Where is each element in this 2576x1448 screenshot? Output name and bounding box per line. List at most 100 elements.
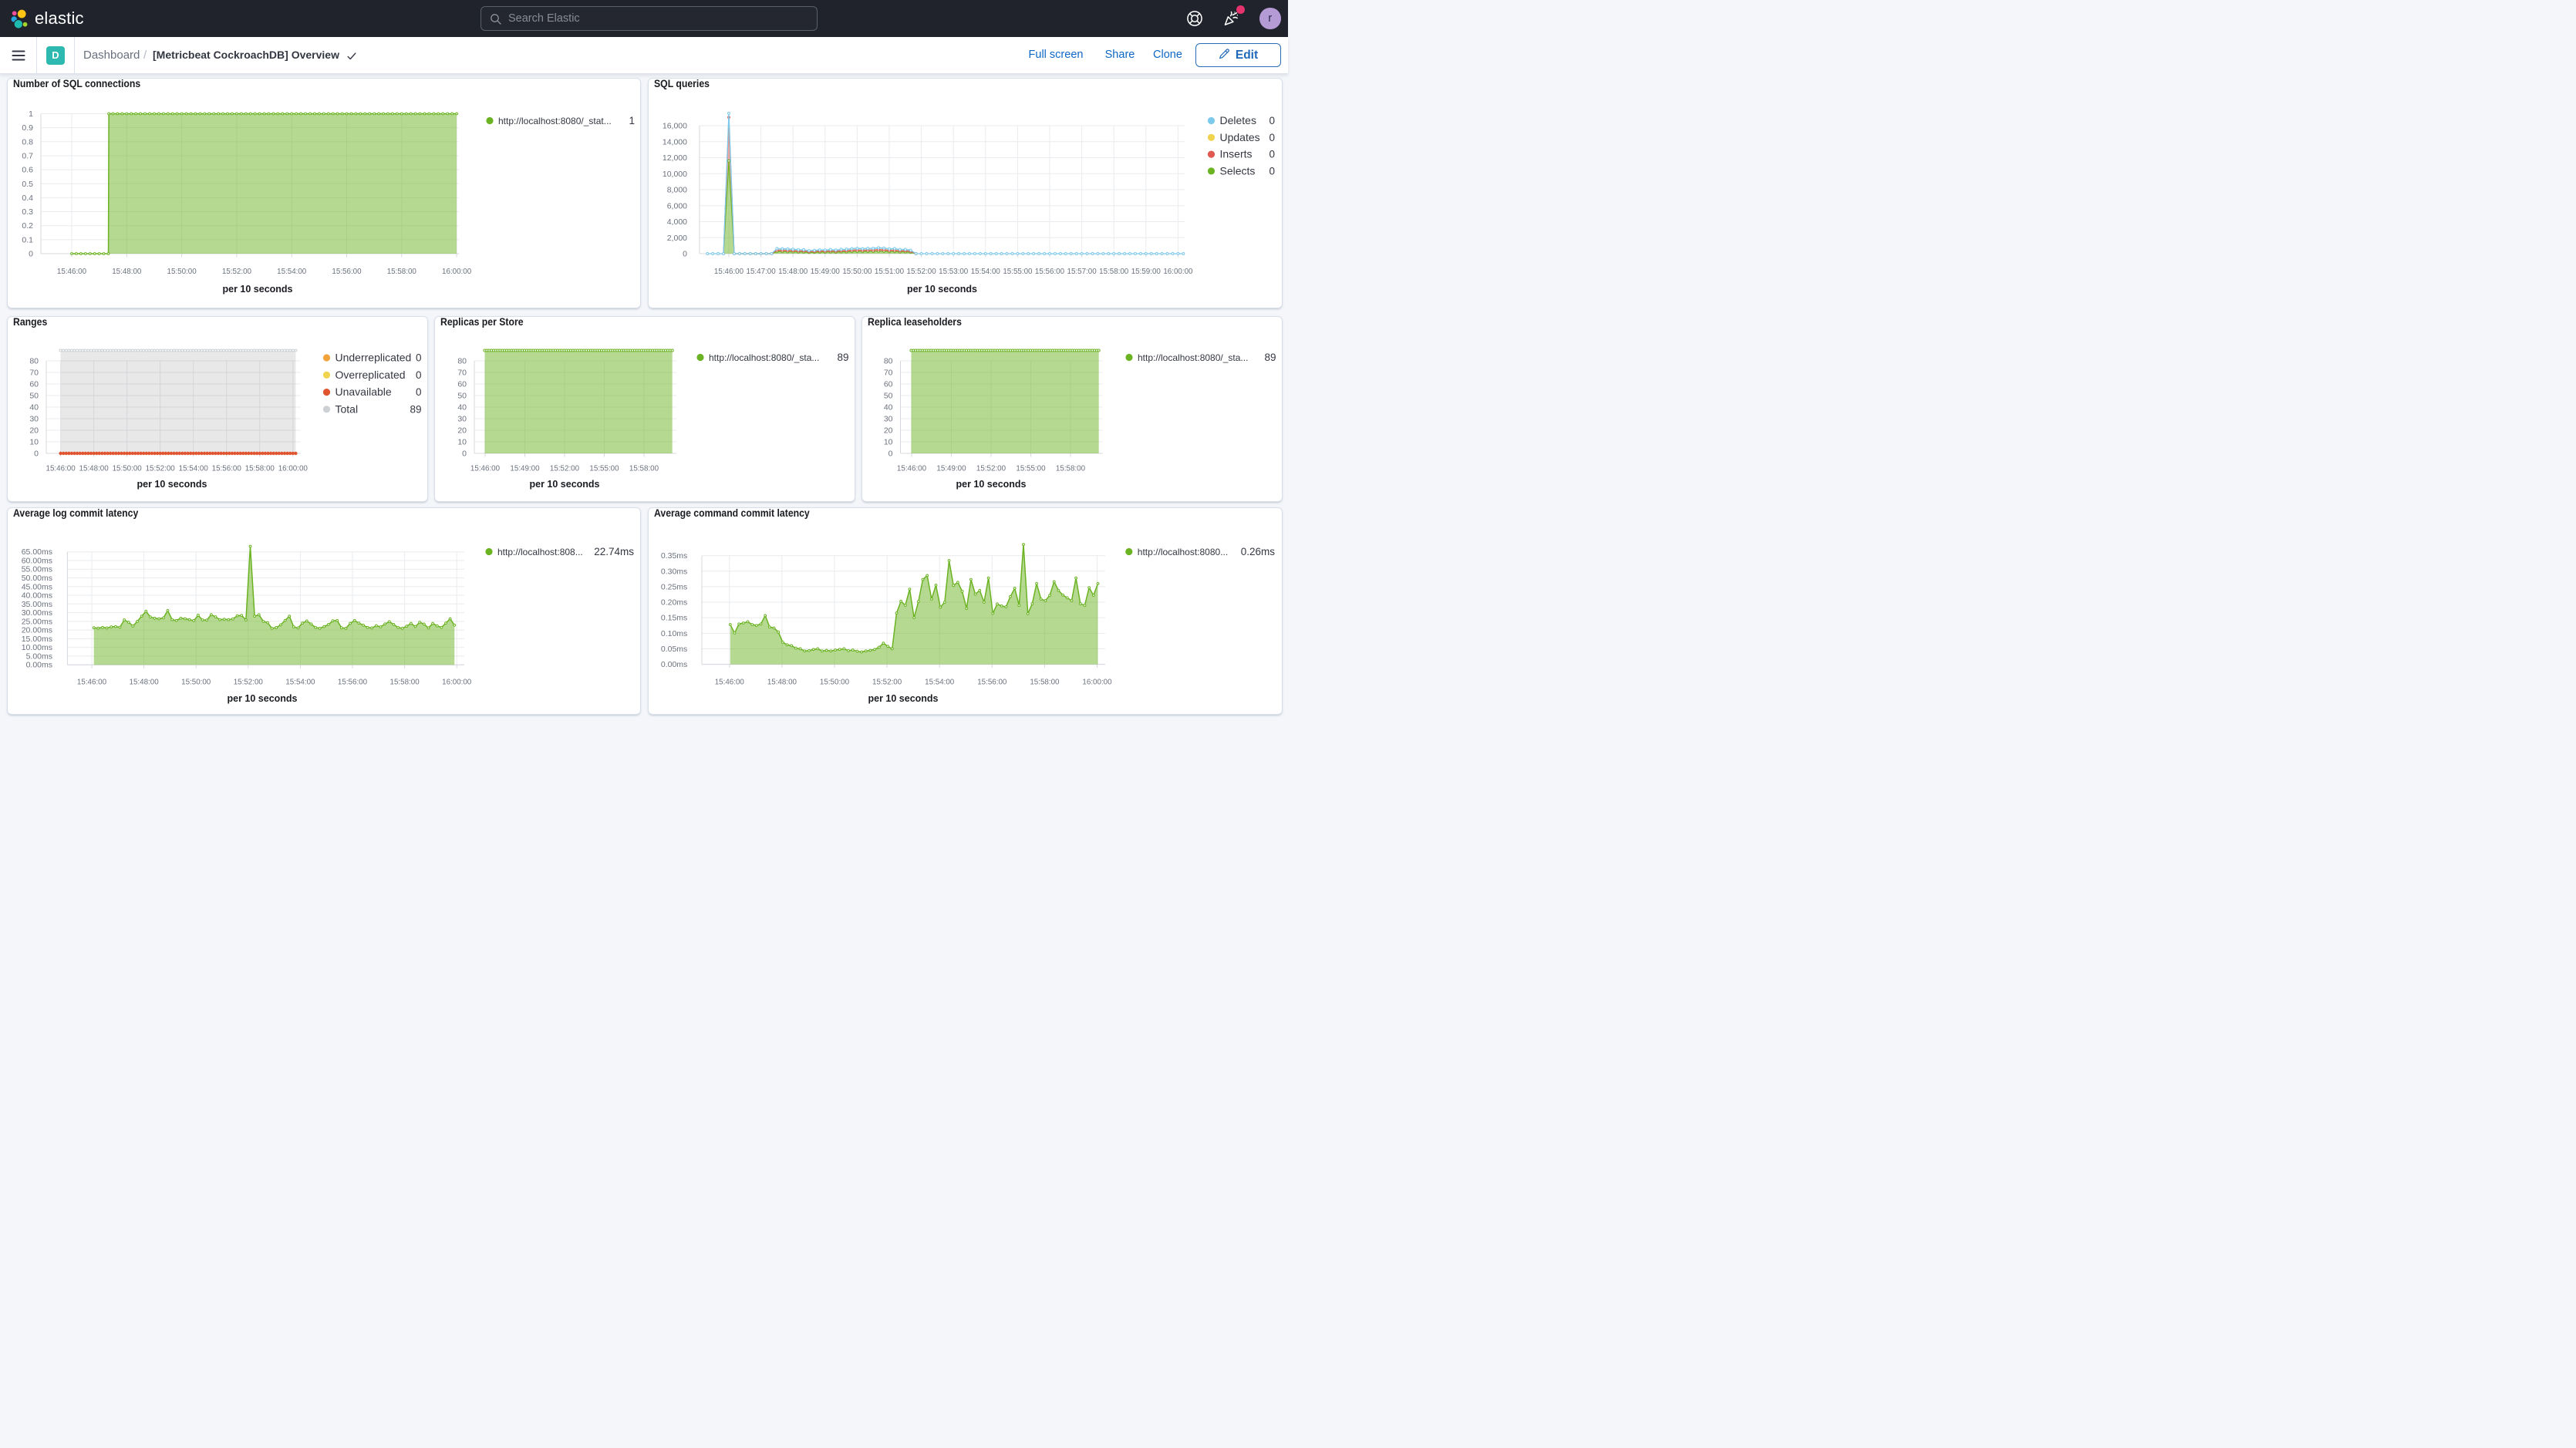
- svg-text:per 10 seconds: per 10 seconds: [222, 284, 292, 295]
- svg-text:10: 10: [457, 438, 467, 447]
- svg-text:Selects: Selects: [1220, 164, 1256, 177]
- svg-text:0.7: 0.7: [22, 151, 33, 160]
- svg-text:15:50:00: 15:50:00: [181, 679, 211, 687]
- svg-text:15:54:00: 15:54:00: [971, 268, 1001, 276]
- svg-text:65.00ms: 65.00ms: [22, 547, 52, 557]
- svg-text:40: 40: [884, 403, 893, 413]
- svg-text:Updates: Updates: [1220, 131, 1260, 143]
- svg-text:89: 89: [1264, 352, 1276, 363]
- svg-text:Deletes: Deletes: [1220, 114, 1256, 126]
- svg-text:10,000: 10,000: [663, 170, 687, 179]
- svg-text:15:50:00: 15:50:00: [842, 268, 872, 276]
- svg-text:0: 0: [1269, 149, 1275, 160]
- svg-text:12,000: 12,000: [663, 153, 687, 163]
- svg-text:89: 89: [837, 352, 848, 363]
- svg-text:0: 0: [29, 250, 33, 259]
- svg-text:Overreplicated: Overreplicated: [335, 369, 406, 381]
- svg-text:http://localhost:8080/_sta...: http://localhost:8080/_sta...: [709, 352, 819, 363]
- svg-text:Underreplicated: Underreplicated: [335, 352, 412, 364]
- svg-text:50: 50: [29, 392, 39, 401]
- svg-text:16:00:00: 16:00:00: [1082, 679, 1112, 687]
- svg-text:Unavailable: Unavailable: [335, 386, 392, 398]
- svg-text:16:00:00: 16:00:00: [442, 679, 472, 687]
- svg-text:15:46:00: 15:46:00: [715, 679, 745, 687]
- svg-text:15:49:00: 15:49:00: [811, 268, 841, 276]
- svg-text:0.00ms: 0.00ms: [26, 661, 52, 670]
- svg-text:15:56:00: 15:56:00: [1035, 268, 1065, 276]
- svg-text:15:52:00: 15:52:00: [976, 465, 1006, 473]
- svg-text:20: 20: [884, 426, 893, 436]
- svg-text:10: 10: [884, 438, 893, 447]
- svg-text:0.35ms: 0.35ms: [661, 551, 687, 561]
- svg-text:15:52:00: 15:52:00: [550, 465, 580, 473]
- svg-text:per 10 seconds: per 10 seconds: [529, 479, 599, 490]
- svg-text:0.00ms: 0.00ms: [661, 660, 687, 669]
- svg-text:5.00ms: 5.00ms: [26, 652, 52, 661]
- svg-text:20.00ms: 20.00ms: [22, 626, 52, 635]
- svg-text:0.26ms: 0.26ms: [1241, 546, 1276, 557]
- svg-text:45.00ms: 45.00ms: [22, 582, 52, 591]
- svg-text:per 10 seconds: per 10 seconds: [868, 693, 938, 704]
- svg-text:15:56:00: 15:56:00: [977, 679, 1007, 687]
- svg-text:16:00:00: 16:00:00: [1163, 268, 1193, 276]
- svg-text:0.2: 0.2: [22, 221, 33, 231]
- svg-text:per 10 seconds: per 10 seconds: [907, 284, 977, 295]
- svg-text:50.00ms: 50.00ms: [22, 574, 52, 583]
- svg-text:per 10 seconds: per 10 seconds: [227, 693, 297, 704]
- svg-text:15:46:00: 15:46:00: [46, 465, 76, 473]
- svg-text:40.00ms: 40.00ms: [22, 591, 52, 601]
- svg-text:0.9: 0.9: [22, 123, 33, 133]
- svg-text:20: 20: [457, 426, 467, 436]
- svg-text:15:48:00: 15:48:00: [778, 268, 808, 276]
- svg-text:15:59:00: 15:59:00: [1131, 268, 1162, 276]
- svg-text:89: 89: [410, 403, 421, 415]
- svg-text:15:46:00: 15:46:00: [77, 679, 107, 687]
- svg-text:15:54:00: 15:54:00: [285, 679, 315, 687]
- svg-text:6,000: 6,000: [667, 201, 687, 210]
- svg-text:15:58:00: 15:58:00: [387, 268, 417, 276]
- svg-text:60: 60: [884, 380, 893, 389]
- svg-text:0: 0: [416, 386, 422, 398]
- svg-text:15:52:00: 15:52:00: [222, 268, 252, 276]
- svg-text:0: 0: [34, 450, 39, 459]
- svg-text:0: 0: [462, 450, 467, 459]
- svg-text:Inserts: Inserts: [1220, 148, 1253, 160]
- svg-text:1: 1: [629, 115, 635, 126]
- svg-text:per 10 seconds: per 10 seconds: [956, 479, 1026, 490]
- svg-text:50: 50: [457, 392, 467, 401]
- svg-text:15:47:00: 15:47:00: [747, 268, 777, 276]
- svg-text:0.25ms: 0.25ms: [661, 582, 687, 591]
- svg-text:50: 50: [884, 392, 893, 401]
- svg-text:55.00ms: 55.00ms: [22, 565, 52, 574]
- svg-text:http://localhost:8080/_stat...: http://localhost:8080/_stat...: [498, 116, 612, 126]
- svg-text:0: 0: [416, 352, 422, 364]
- svg-text:15:55:00: 15:55:00: [1016, 465, 1046, 473]
- svg-text:0: 0: [1269, 115, 1275, 126]
- svg-text:15:58:00: 15:58:00: [1056, 465, 1086, 473]
- svg-text:15:50:00: 15:50:00: [113, 465, 143, 473]
- svg-text:35.00ms: 35.00ms: [22, 600, 52, 609]
- svg-text:15:50:00: 15:50:00: [820, 679, 850, 687]
- svg-text:15:46:00: 15:46:00: [57, 268, 87, 276]
- svg-text:30: 30: [29, 415, 39, 424]
- svg-text:http://localhost:808...: http://localhost:808...: [497, 547, 583, 557]
- svg-text:http://localhost:8080/_sta...: http://localhost:8080/_sta...: [1138, 352, 1248, 363]
- svg-text:0.05ms: 0.05ms: [661, 645, 687, 654]
- svg-text:0.10ms: 0.10ms: [661, 629, 687, 638]
- svg-text:15:58:00: 15:58:00: [245, 465, 275, 473]
- svg-text:60: 60: [29, 380, 39, 389]
- svg-text:15:52:00: 15:52:00: [146, 465, 176, 473]
- svg-text:0.1: 0.1: [22, 235, 33, 244]
- svg-text:40: 40: [457, 403, 467, 413]
- svg-text:0.4: 0.4: [22, 194, 33, 203]
- svg-text:16:00:00: 16:00:00: [442, 268, 472, 276]
- svg-text:0.3: 0.3: [22, 207, 33, 217]
- svg-text:0.30ms: 0.30ms: [661, 567, 687, 576]
- svg-text:15:56:00: 15:56:00: [332, 268, 362, 276]
- svg-text:15:49:00: 15:49:00: [510, 465, 540, 473]
- svg-text:80: 80: [29, 357, 39, 366]
- svg-text:15:52:00: 15:52:00: [907, 268, 937, 276]
- svg-text:0.15ms: 0.15ms: [661, 614, 687, 623]
- svg-text:15:57:00: 15:57:00: [1067, 268, 1097, 276]
- svg-text:0.5: 0.5: [22, 180, 33, 189]
